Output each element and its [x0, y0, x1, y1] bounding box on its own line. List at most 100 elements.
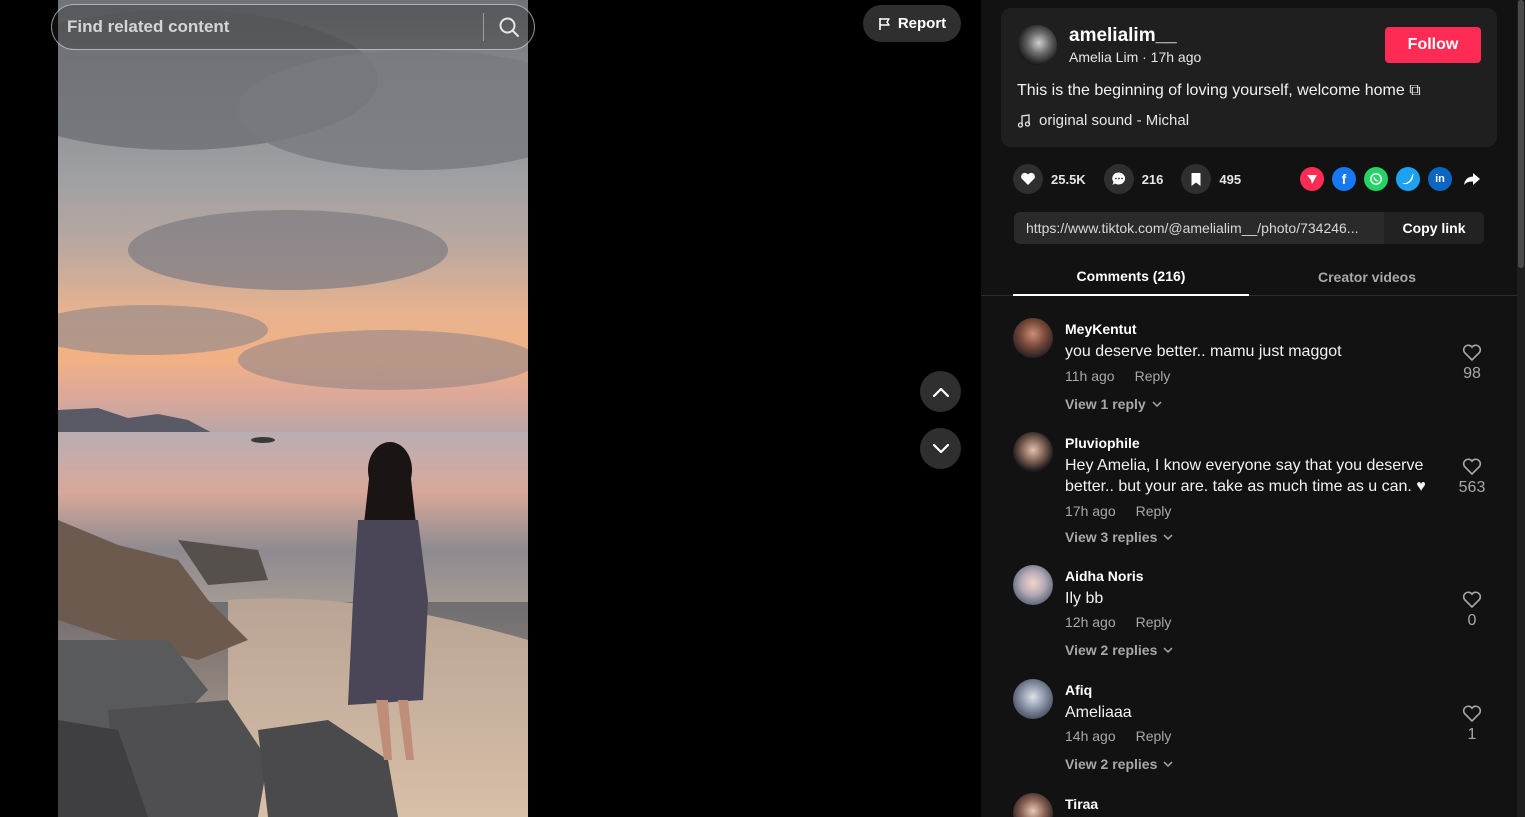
share-facebook-button[interactable]: f: [1332, 167, 1356, 191]
send-icon: [1307, 175, 1317, 184]
view-replies-label: View 3 replies: [1065, 529, 1158, 545]
view-replies-label: View 1 reply: [1065, 396, 1146, 412]
search-bar: [51, 4, 535, 50]
like-button[interactable]: [1013, 164, 1043, 194]
next-post-button[interactable]: [920, 428, 961, 469]
commenter-avatar[interactable]: [1013, 432, 1053, 472]
comment-time: 17h ago: [1065, 503, 1116, 519]
share-linkedin-button[interactable]: in: [1428, 167, 1452, 191]
comment-time: 14h ago: [1065, 728, 1116, 744]
search-input[interactable]: [52, 5, 483, 49]
save-button[interactable]: [1181, 164, 1212, 194]
commenter-avatar[interactable]: [1013, 565, 1053, 605]
share-bar: f in: [1300, 167, 1484, 191]
comment-text: Ameliaaa: [1065, 704, 1132, 721]
reply-button[interactable]: Reply: [1136, 728, 1172, 744]
share-link-box: https://www.tiktok.com/@amelialim__/phot…: [1014, 212, 1484, 244]
commenter-avatar[interactable]: [1013, 679, 1053, 719]
sound-link[interactable]: original sound - Michal: [1017, 112, 1189, 129]
save-count: 495: [1219, 171, 1242, 187]
commenter-name[interactable]: Aidha Noris: [1065, 568, 1144, 584]
comment-meta: 12h ago Reply: [1065, 614, 1171, 630]
view-replies-label: View 2 replies: [1065, 756, 1158, 772]
page-scrollbar-thumb[interactable]: [1518, 0, 1524, 268]
chevron-down-icon: [1163, 761, 1173, 767]
like-count: 25.5K: [1051, 171, 1086, 187]
commenter-avatar[interactable]: [1013, 318, 1053, 358]
heart-outline-icon: [1462, 344, 1482, 362]
details-panel: amelialim__ Amelia Lim · 17h ago Follow …: [981, 0, 1517, 817]
follow-button[interactable]: Follow: [1385, 27, 1481, 63]
panel-tabs: Comments (216) Creator videos: [981, 258, 1517, 296]
chevron-down-icon: [1163, 647, 1173, 653]
previous-post-button[interactable]: [920, 371, 961, 412]
share-arrow-icon: [1464, 173, 1480, 185]
search-button[interactable]: [484, 5, 534, 49]
author-card: amelialim__ Amelia Lim · 17h ago Follow …: [1001, 8, 1497, 147]
comment-icon: [1111, 172, 1125, 185]
commenter-name[interactable]: Afiq: [1065, 682, 1092, 698]
report-button[interactable]: Report: [863, 5, 961, 42]
commenter-avatar[interactable]: [1013, 793, 1053, 817]
share-twitter-button[interactable]: [1396, 167, 1420, 191]
comment-meta: 14h ago Reply: [1065, 728, 1171, 744]
comment-text: you deserve better.. mamu just maggot: [1065, 343, 1342, 360]
author-handle[interactable]: amelialim__: [1069, 25, 1177, 47]
comment-meta: 17h ago Reply: [1065, 503, 1171, 519]
heart-outline-icon: [1462, 458, 1482, 476]
share-tiktok-button[interactable]: [1300, 167, 1324, 191]
chevron-up-icon: [932, 387, 949, 397]
report-label: Report: [897, 15, 947, 32]
view-replies-button[interactable]: View 3 replies: [1065, 529, 1173, 545]
view-replies-button[interactable]: View 2 replies: [1065, 756, 1173, 772]
action-bar: 25.5K 216 495: [1013, 164, 1259, 194]
media-stage: Report: [0, 0, 981, 817]
commenter-name[interactable]: Pluviophile: [1065, 435, 1140, 451]
heart-outline-icon: [1462, 705, 1482, 723]
twitter-icon: [1402, 174, 1414, 185]
view-replies-button[interactable]: View 1 reply: [1065, 396, 1162, 412]
comment-like-count: 98: [1463, 365, 1481, 382]
whatsapp-icon: [1370, 173, 1382, 185]
share-link-text[interactable]: https://www.tiktok.com/@amelialim__/phot…: [1014, 220, 1384, 236]
share-more-button[interactable]: [1460, 167, 1484, 191]
comment-action[interactable]: 216: [1103, 164, 1164, 194]
commenter-name[interactable]: Tiraa: [1065, 796, 1098, 812]
comment-like-count: 0: [1467, 612, 1477, 629]
commenter-name[interactable]: MeyKentut: [1065, 321, 1137, 337]
linkedin-icon: in: [1435, 173, 1445, 185]
sound-label: original sound - Michal: [1039, 112, 1190, 129]
comment-button[interactable]: [1103, 164, 1134, 194]
chevron-down-icon: [1163, 534, 1173, 540]
comment-like-button[interactable]: 1: [1457, 705, 1487, 744]
bookmark-icon: [1191, 172, 1201, 186]
view-replies-button[interactable]: View 2 replies: [1065, 642, 1173, 658]
comment-text: Hey Amelia, I know everyone say that you…: [1065, 457, 1426, 495]
reply-button[interactable]: Reply: [1136, 614, 1172, 630]
reply-button[interactable]: Reply: [1136, 503, 1172, 519]
heart-outline-icon: [1462, 591, 1482, 609]
author-avatar[interactable]: [1017, 25, 1057, 65]
comment-like-button[interactable]: 563: [1457, 458, 1487, 497]
heart-icon: [1021, 172, 1035, 185]
chevron-down-icon: [1152, 401, 1162, 407]
comment-like-button[interactable]: 0: [1457, 591, 1487, 630]
save-action[interactable]: 495: [1181, 164, 1241, 194]
copy-link-button[interactable]: Copy link: [1384, 212, 1484, 244]
post-caption: This is the beginning of loving yourself…: [1017, 82, 1421, 99]
comment-like-count: 563: [1458, 479, 1486, 496]
comment-like-button[interactable]: 98: [1457, 344, 1487, 383]
author-meta: Amelia Lim · 17h ago: [1069, 49, 1202, 65]
share-whatsapp-button[interactable]: [1364, 167, 1388, 191]
comment-time: 12h ago: [1065, 614, 1116, 630]
facebook-icon: f: [1341, 171, 1347, 187]
tab-creator-videos[interactable]: Creator videos: [1249, 258, 1485, 296]
comment-like-count: 1: [1467, 726, 1477, 743]
post-photo[interactable]: [58, 0, 528, 817]
tab-comments[interactable]: Comments (216): [1013, 258, 1249, 296]
like-action[interactable]: 25.5K: [1013, 164, 1086, 194]
chevron-down-icon: [932, 443, 949, 453]
comment-count: 216: [1141, 171, 1164, 187]
music-note-icon: [1017, 113, 1031, 128]
reply-button[interactable]: Reply: [1135, 368, 1171, 384]
